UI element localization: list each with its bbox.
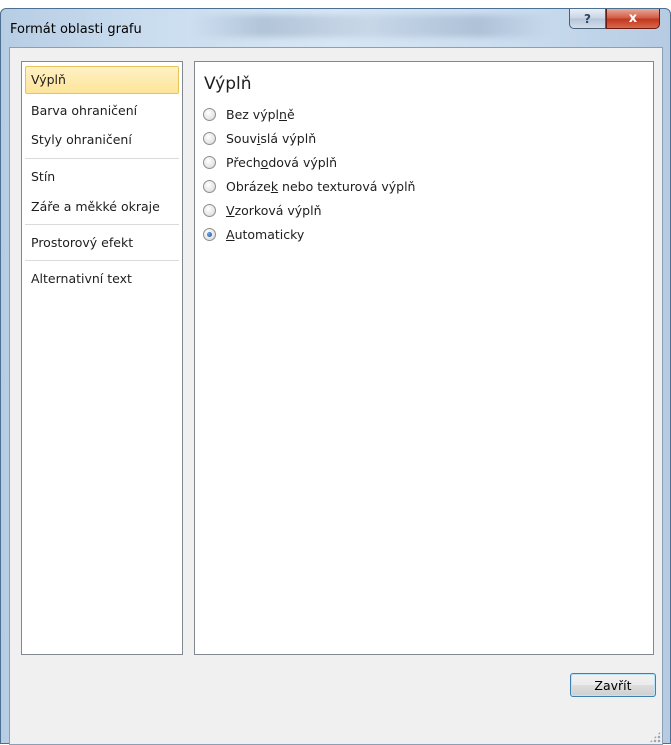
option-no-fill[interactable]: Bez výplně xyxy=(203,104,295,124)
nav-item-fill[interactable]: Výplň xyxy=(25,66,179,94)
nav-separator xyxy=(25,260,179,261)
nav-item-3d-format[interactable]: Prostorový efekt xyxy=(25,229,179,257)
option-picture-texture-fill[interactable]: Obrázek nebo texturová výplň xyxy=(203,176,415,196)
nav-item-shadow[interactable]: Stín xyxy=(25,163,179,191)
option-gradient-fill[interactable]: Přechodová výplň xyxy=(203,152,337,172)
close-icon: x xyxy=(628,11,638,26)
option-label: Souvislá výplň xyxy=(226,130,317,146)
nav-item-border-color[interactable]: Barva ohraničení xyxy=(25,97,179,125)
option-label: Obrázek nebo texturová výplň xyxy=(226,178,416,194)
panel-title: Výplň xyxy=(204,74,252,94)
title-bar[interactable]: Formát oblasti grafu ? x xyxy=(1,9,670,49)
dialog-title: Formát oblasti grafu xyxy=(10,22,142,37)
radio-button[interactable] xyxy=(203,107,216,121)
radio-button[interactable] xyxy=(203,155,216,169)
category-list: Výplň Barva ohraničení Styly ohraničení … xyxy=(21,61,183,655)
title-bar-background-blur xyxy=(191,15,551,37)
nav-separator xyxy=(25,224,179,225)
nav-item-glow-soft-edges[interactable]: Záře a měkké okraje xyxy=(25,193,179,221)
radio-button-checked[interactable] xyxy=(203,227,216,241)
fill-options-panel: Výplň Bez výplně Souvislá výplň Přechodo… xyxy=(194,61,654,655)
option-label: Přechodová výplň xyxy=(226,154,338,170)
option-label: Bez výplně xyxy=(226,106,295,122)
radio-button[interactable] xyxy=(203,203,216,217)
radio-button[interactable] xyxy=(203,131,216,145)
option-label: Vzorková výplň xyxy=(226,202,322,218)
option-automatic[interactable]: Automaticky xyxy=(203,224,304,244)
close-window-button[interactable]: x xyxy=(606,9,660,29)
help-button[interactable]: ? xyxy=(569,9,606,29)
option-pattern-fill[interactable]: Vzorková výplň xyxy=(203,200,322,220)
option-label: Automaticky xyxy=(226,226,305,242)
nav-item-border-styles[interactable]: Styly ohraničení xyxy=(25,126,179,154)
format-chart-area-dialog: Formát oblasti grafu ? x Výplň Barva ohr… xyxy=(0,8,671,745)
nav-item-alt-text[interactable]: Alternativní text xyxy=(25,265,179,293)
nav-separator xyxy=(25,158,179,159)
option-solid-fill[interactable]: Souvislá výplň xyxy=(203,128,316,148)
dialog-client-area: Výplň Barva ohraničení Styly ohraničení … xyxy=(9,47,663,745)
radio-button[interactable] xyxy=(203,179,216,193)
close-button[interactable]: Zavřít xyxy=(570,673,656,697)
resize-grip-icon[interactable] xyxy=(649,731,661,743)
question-mark-icon: ? xyxy=(584,11,591,26)
top-background xyxy=(0,0,671,8)
